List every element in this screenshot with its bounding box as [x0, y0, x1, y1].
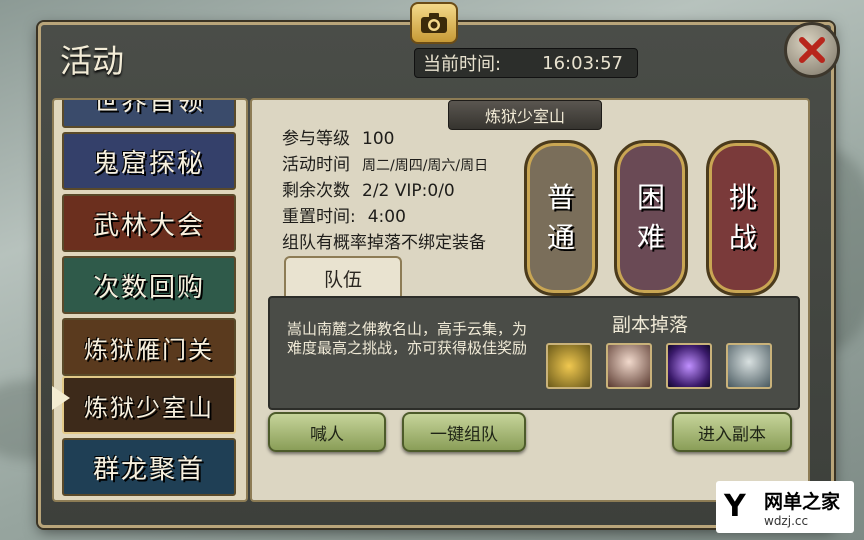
info-label: 参与等级 — [282, 129, 350, 149]
difficulty-hard-button[interactable]: 困 难 — [614, 140, 688, 296]
female-portrait-icon[interactable] — [606, 343, 652, 389]
time-value: 16:03:57 — [542, 52, 623, 74]
activity-item-selected[interactable]: 炼狱少室山 — [62, 376, 236, 434]
activity-list[interactable]: 世界首领 鬼窟探秘 武林大会 次数回购 炼狱雁门关 炼狱少室山 群龙聚首 — [52, 98, 248, 502]
watermark-url: wdzj.cc — [764, 513, 809, 528]
info-value: 周二/周四/周六/周日 — [362, 158, 489, 174]
info-label: 剩余次数 — [282, 181, 350, 201]
male-portrait-icon[interactable] — [726, 343, 772, 389]
info-label: 组队有概率掉落不绑定装备 — [282, 233, 486, 253]
info-remaining: 剩余次数 2/2 VIP:0/0 — [282, 176, 455, 201]
activity-item[interactable]: 炼狱雁门关 — [62, 318, 236, 376]
activity-item[interactable]: 群龙聚首 — [62, 438, 236, 496]
time-label: 当前时间: — [423, 54, 502, 75]
difficulty-char: 挑 — [728, 181, 757, 214]
difficulty-char: 普 — [546, 181, 575, 214]
shout-button[interactable]: 喊人 — [268, 412, 386, 452]
info-note: 组队有概率掉落不绑定装备 — [282, 228, 486, 253]
info-reset: 重置时间: 4:00 — [282, 202, 406, 227]
activity-item[interactable]: 次数回购 — [62, 256, 236, 314]
difficulty-challenge-button[interactable]: 挑 战 — [706, 140, 780, 296]
info-value: 4:00 — [367, 207, 406, 227]
site-watermark: Y 网单之家 wdzj.cc — [716, 481, 854, 533]
close-button[interactable] — [784, 22, 840, 78]
difficulty-char: 难 — [636, 221, 665, 254]
current-time-bar: 当前时间: 16:03:57 — [414, 48, 638, 78]
activity-item[interactable]: 武林大会 — [62, 194, 236, 252]
dungeon-name: 炼狱少室山 — [448, 100, 602, 130]
difficulty-char: 困 — [636, 181, 665, 214]
close-icon — [799, 37, 825, 63]
info-label: 活动时间 — [282, 155, 350, 175]
info-value: 100 — [362, 129, 395, 149]
watermark-name: 网单之家 — [764, 490, 841, 513]
difficulty-normal-button[interactable]: 普 通 — [524, 140, 598, 296]
info-time: 活动时间 周二/周四/周六/周日 — [282, 150, 488, 175]
selected-arrow-icon — [52, 386, 70, 410]
window-title: 活动 — [60, 42, 125, 80]
camera-button[interactable] — [410, 2, 458, 44]
tab-team[interactable]: 队伍 — [284, 256, 402, 298]
drops-title: 副本掉落 — [612, 314, 689, 336]
difficulty-char: 战 — [728, 221, 757, 254]
info-value: 2/2 VIP:0/0 — [362, 181, 455, 201]
info-level: 参与等级 100 — [282, 124, 394, 149]
watermark-logo-icon: Y — [724, 489, 746, 524]
activity-item[interactable]: 世界首领 — [62, 100, 236, 128]
activity-item[interactable]: 鬼窟探秘 — [62, 132, 236, 190]
camera-icon — [421, 13, 447, 33]
gold-weapon-icon[interactable] — [546, 343, 592, 389]
difficulty-char: 通 — [546, 221, 575, 254]
purple-orb-icon[interactable] — [666, 343, 712, 389]
dungeon-description: 嵩山南麓之佛教名山，高手云集，为难度最高之挑战，亦可获得极佳奖励 — [286, 320, 527, 357]
info-label: 重置时间: — [282, 207, 356, 227]
quick-team-button[interactable]: 一键组队 — [402, 412, 526, 452]
enter-dungeon-button[interactable]: 进入副本 — [672, 412, 792, 452]
